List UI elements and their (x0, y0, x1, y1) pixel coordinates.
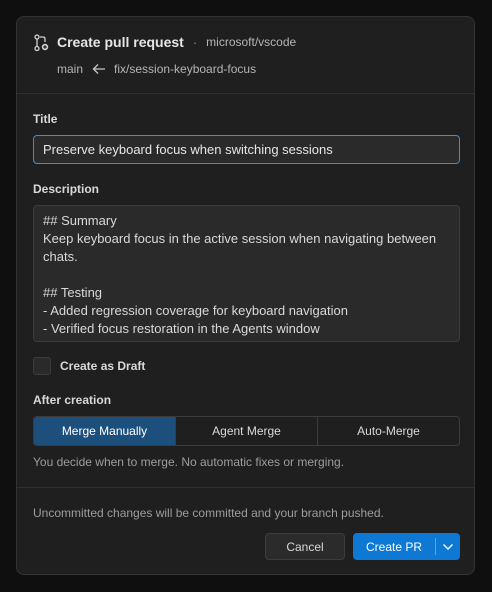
git-pull-request-create-icon (34, 34, 49, 52)
arrow-left-icon (92, 64, 106, 74)
merge-option-auto[interactable]: Auto-Merge (318, 417, 459, 445)
dialog-title: Create pull request (57, 34, 184, 50)
header-title-row: Create pull request · microsoft/vscode (57, 34, 296, 50)
merge-hint: You decide when to merge. No automatic f… (33, 455, 345, 469)
branch-row: main fix/session-keyboard-focus (57, 62, 256, 76)
merge-mode-selector: Merge Manually Agent Merge Auto-Merge (33, 416, 460, 446)
create-options-dropdown[interactable] (436, 533, 460, 560)
merge-option-agent[interactable]: Agent Merge (176, 417, 318, 445)
draft-label: Create as Draft (60, 359, 146, 373)
dialog-header: Create pull request · microsoft/vscode m… (17, 17, 474, 94)
description-textarea[interactable]: ## Summary Keep keyboard focus in the ac… (33, 205, 460, 342)
head-branch: fix/session-keyboard-focus (114, 62, 257, 76)
create-pr-button[interactable]: Create PR (353, 533, 435, 560)
title-separator: · (192, 34, 198, 50)
chevron-down-icon (443, 543, 453, 550)
after-creation-label: After creation (33, 393, 112, 407)
dialog-footer: Uncommitted changes will be committed an… (17, 487, 474, 574)
create-pr-dialog: Create pull request · microsoft/vscode m… (16, 16, 475, 575)
merge-option-manual[interactable]: Merge Manually (34, 417, 176, 445)
title-label: Title (33, 112, 58, 126)
draft-option[interactable]: Create as Draft (33, 357, 145, 375)
create-pr-button-group: Create PR (353, 533, 460, 560)
title-input[interactable]: Preserve keyboard focus when switching s… (33, 135, 460, 164)
commit-note: Uncommitted changes will be committed an… (33, 506, 384, 520)
dialog-body: Title Preserve keyboard focus when switc… (17, 94, 474, 487)
base-branch: main (57, 62, 84, 76)
description-label: Description (33, 182, 100, 196)
repository-name: microsoft/vscode (206, 35, 297, 49)
cancel-button[interactable]: Cancel (265, 533, 345, 560)
draft-checkbox[interactable] (33, 357, 51, 375)
